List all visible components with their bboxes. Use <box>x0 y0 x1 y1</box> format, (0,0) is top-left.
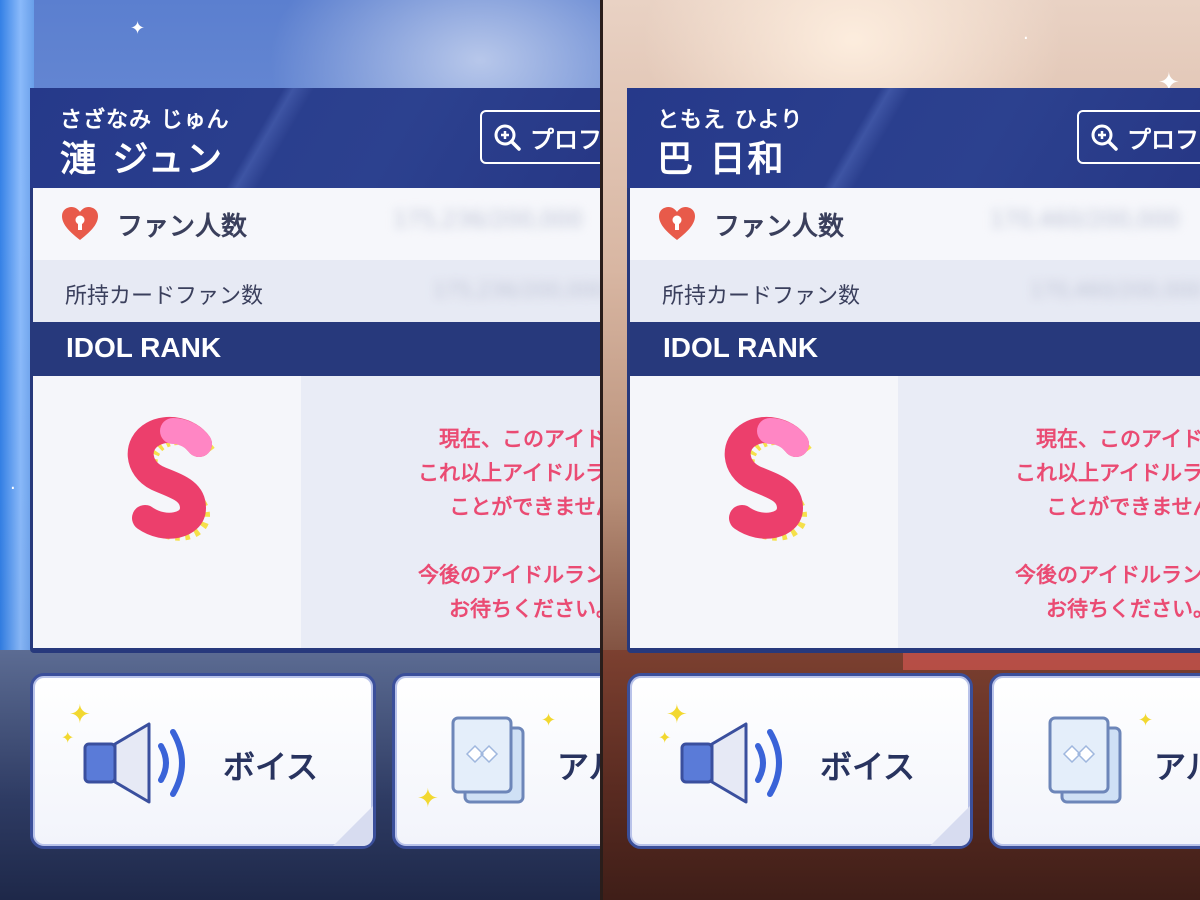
album-button[interactable]: ✦ アル <box>989 673 1200 849</box>
fan-count-label: ファン人数 <box>117 212 248 242</box>
profile-button-label: プロフ <box>1127 125 1199 154</box>
rank-logo-area <box>630 376 898 648</box>
speaker-icon <box>83 722 185 804</box>
card-fans-value: 175,236/200,000 <box>433 278 600 302</box>
heart-lock-icon <box>659 207 695 240</box>
idol-panel-right: ✦ · ともえ ひより 巴 日和 プロフ ファン人数 170,460/200,0… <box>603 0 1200 900</box>
zoom-plus-icon <box>1091 124 1118 151</box>
idol-rank-header: IDOL RANK <box>627 322 1200 376</box>
album-button[interactable]: ✦ ✦ アル <box>392 673 600 849</box>
rank-message-line: 現在、このアイドル <box>1036 427 1200 451</box>
rank-message-line: ことができません <box>449 495 600 519</box>
profile-button-label: プロフ <box>530 125 600 154</box>
fan-count-row: ファン人数 170,460/200,000 <box>630 188 1200 260</box>
rank-message-line: お待ちください。 <box>1046 597 1200 621</box>
idol-name-header: ともえ ひより 巴 日和 プロフ <box>627 88 1200 188</box>
rank-message-line: お待ちください。 <box>449 597 600 621</box>
idol-name: 巴 日和 <box>657 139 786 180</box>
rank-message-gap <box>930 524 1200 558</box>
sparkle-icon: ✦ <box>658 728 672 747</box>
card-fans-row: 所持カードファン数 175,236/200,000 <box>33 260 600 322</box>
fan-count-label: ファン人数 <box>714 212 845 242</box>
header-stripe-decoration <box>787 88 937 188</box>
sparkle-icon: ✦ <box>61 728 75 747</box>
sparkle-icon: ✦ <box>1138 710 1154 731</box>
idol-rank-header: IDOL RANK <box>30 322 600 376</box>
background-pillar <box>0 0 34 680</box>
card-fans-row: 所持カードファン数 170,460/200,000 <box>630 260 1200 322</box>
rank-message-line: ことができません <box>1046 495 1200 519</box>
sparkle-icon: ✦ <box>417 784 439 814</box>
speaker-icon <box>680 722 782 804</box>
rank-message-line: 現在、このアイドル <box>439 427 600 451</box>
rank-logo-area <box>33 376 301 648</box>
album-button-label: アル <box>1154 748 1200 786</box>
button-corner-decoration <box>323 806 373 846</box>
card-fans-value: 170,460/200,000 <box>1030 278 1200 302</box>
rank-message-line: 今後のアイドルランク上 <box>418 563 600 587</box>
album-cards-icon <box>451 716 525 804</box>
card-fans-label: 所持カードファン数 <box>662 284 861 309</box>
card-fans-label: 所持カードファン数 <box>65 284 264 309</box>
idol-rank-title: IDOL RANK <box>663 332 819 363</box>
rank-message-line: これ以上アイドルランク <box>1015 461 1200 485</box>
rank-message: 現在、このアイドル これ以上アイドルランク ことができません 今後のアイドルラン… <box>333 422 600 626</box>
idol-info-card: さざなみ じゅん 漣 ジュン プロフ ファン人数 175,236/200,000… <box>30 88 600 653</box>
heart-lock-icon <box>62 207 98 240</box>
album-button-label: アル <box>557 748 600 786</box>
rank-message-gap <box>333 524 600 558</box>
background-table <box>903 650 1200 670</box>
idol-info-card: ともえ ひより 巴 日和 プロフ ファン人数 170,460/200,000 所… <box>627 88 1200 653</box>
rank-message-line: 今後のアイドルランク上 <box>1015 563 1200 587</box>
button-corner-decoration <box>920 806 970 846</box>
sparkle-icon: · <box>10 478 16 499</box>
sparkle-icon: ✦ <box>541 710 557 731</box>
screenshot-stage: ✦ ✦ · さざなみ じゅん 漣 ジュン プロフ <box>0 0 1200 900</box>
voice-button-label: ボイス <box>820 748 916 786</box>
idol-panel-left: ✦ ✦ · さざなみ じゅん 漣 ジュン プロフ <box>0 0 600 900</box>
sparkle-icon: ✦ <box>130 18 146 39</box>
idol-name-header: さざなみ じゅん 漣 ジュン プロフ <box>30 88 600 188</box>
rank-s-icon <box>724 416 812 541</box>
profile-button[interactable]: プロフ <box>480 110 600 164</box>
rank-message-line: これ以上アイドルランク <box>418 461 600 485</box>
voice-button-label: ボイス <box>223 748 319 786</box>
idol-rank-title: IDOL RANK <box>66 332 222 363</box>
album-cards-icon <box>1048 716 1122 804</box>
rank-message: 現在、このアイドル これ以上アイドルランク ことができません 今後のアイドルラン… <box>930 422 1200 626</box>
rank-s-icon <box>127 416 215 541</box>
zoom-plus-icon <box>494 124 521 151</box>
voice-button[interactable]: ✦ ✦ ボイス <box>30 673 376 849</box>
fan-count-row: ファン人数 175,236/200,000 <box>33 188 600 260</box>
fan-count-value: 170,460/200,000 <box>990 208 1180 233</box>
sparkle-icon: · <box>1023 28 1029 49</box>
fan-count-value: 175,236/200,000 <box>393 208 583 233</box>
idol-rank-body: 現在、このアイドル これ以上アイドルランク ことができません 今後のアイドルラン… <box>33 376 600 648</box>
profile-button[interactable]: プロフ <box>1077 110 1200 164</box>
idol-name: 漣 ジュン <box>60 139 225 180</box>
idol-rank-body: 現在、このアイドル これ以上アイドルランク ことができません 今後のアイドルラン… <box>630 376 1200 648</box>
voice-button[interactable]: ✦ ✦ ボイス <box>627 673 973 849</box>
